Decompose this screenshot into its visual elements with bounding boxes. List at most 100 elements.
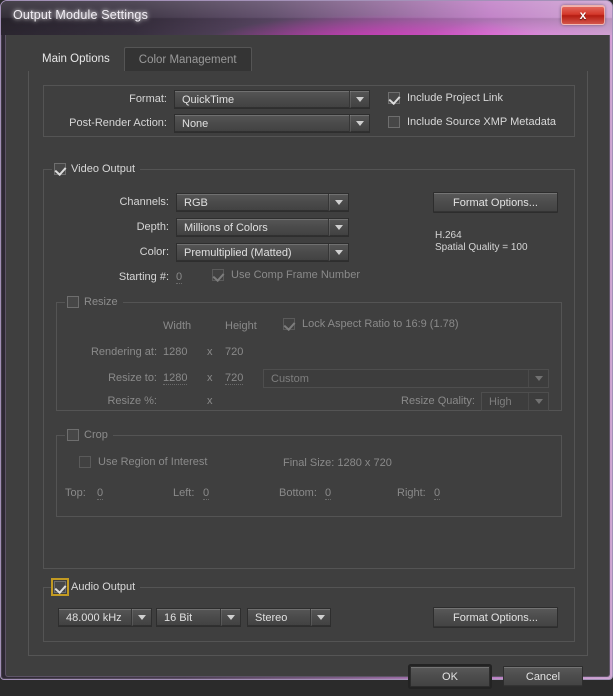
chevron-down-icon (329, 225, 348, 230)
window-title: Output Module Settings (13, 8, 149, 22)
video-output-group: Video Output Channels: RGB Depth: Millio… (43, 162, 575, 569)
use-region-of-interest-label: Use Region of Interest (98, 456, 208, 468)
include-project-link-label: Include Project Link (407, 92, 503, 104)
audio-bit-depth-value: 16 Bit (164, 611, 193, 624)
color-value: Premultiplied (Matted) (184, 246, 292, 259)
close-icon: x (579, 8, 587, 22)
resize-percent-label: Resize %: (107, 395, 157, 407)
chevron-down-icon (350, 121, 369, 126)
starting-number-value[interactable]: 0 (176, 271, 183, 284)
format-dropdown[interactable]: QuickTime (174, 90, 370, 109)
chevron-down-icon (132, 615, 151, 620)
resize-to-width[interactable]: 1280 (163, 372, 188, 385)
starting-number-label: Starting #: (118, 271, 169, 283)
use-comp-frame-number-label: Use Comp Frame Number (231, 269, 360, 281)
dialog-footer: OK Cancel (6, 656, 609, 696)
format-label: Format: (129, 93, 167, 105)
resize-quality-label: Resize Quality: (401, 395, 475, 407)
dialog-client-area: Main Options Color Management Format: Qu… (5, 35, 610, 687)
crop-left-value[interactable]: 0 (203, 487, 210, 500)
channels-label: Channels: (119, 196, 169, 208)
format-value: QuickTime (182, 93, 235, 106)
chevron-down-icon (329, 250, 348, 255)
resize-quality-dropdown[interactable]: High (481, 392, 549, 411)
rendering-at-height: 720 (225, 346, 244, 358)
resize-preset-dropdown[interactable]: Custom (263, 369, 549, 388)
crop-checkbox[interactable] (67, 429, 79, 441)
resize-checkbox[interactable] (67, 296, 79, 308)
audio-output-label: Audio Output (71, 581, 136, 593)
audio-channels-value: Stereo (255, 611, 288, 624)
video-output-label: Video Output (71, 163, 136, 175)
title-bar[interactable]: Output Module Settings x (1, 1, 612, 35)
crop-bottom-label: Bottom: (279, 487, 317, 499)
audio-output-group: Audio Output 48.000 kHz 16 Bit Stereo Fo… (43, 578, 575, 642)
color-label: Color: (139, 246, 169, 258)
audio-bit-depth-dropdown[interactable]: 16 Bit (156, 608, 241, 627)
audio-format-options-button[interactable]: Format Options... (433, 607, 558, 628)
crop-top-value[interactable]: 0 (97, 487, 104, 500)
crop-group: Crop Use Region of Interest Final Size: … (56, 428, 562, 517)
ok-button[interactable]: OK (410, 666, 490, 687)
include-project-link-checkbox[interactable]: Include Project Link (388, 92, 503, 104)
resize-legend[interactable]: Resize (65, 295, 123, 309)
color-dropdown[interactable]: Premultiplied (Matted) (176, 243, 349, 262)
audio-output-legend[interactable]: Audio Output (51, 578, 141, 596)
codec-name: H.264 (435, 230, 462, 241)
crop-legend[interactable]: Crop (65, 428, 113, 442)
include-xmp-metadata-checkbox[interactable]: Include Source XMP Metadata (388, 116, 556, 128)
tab-bar: Main Options Color Management (28, 47, 252, 71)
rendering-at-label: Rendering at: (90, 346, 157, 358)
include-xmp-metadata-label: Include Source XMP Metadata (407, 116, 556, 128)
video-output-legend[interactable]: Video Output (52, 162, 141, 176)
resize-to-label: Resize to: (108, 372, 157, 384)
video-format-options-button[interactable]: Format Options... (433, 192, 558, 213)
crop-top-label: Top: (65, 487, 86, 499)
channels-value: RGB (184, 196, 208, 209)
tab-color-management[interactable]: Color Management (123, 47, 252, 71)
cancel-button[interactable]: Cancel (503, 666, 583, 687)
chevron-down-icon (311, 615, 330, 620)
video-output-checkbox[interactable] (54, 163, 66, 175)
crop-left-label: Left: (173, 487, 195, 499)
rendering-at-times: x (207, 346, 213, 358)
format-group: Format: QuickTime Post-Render Action: No… (43, 85, 575, 137)
depth-label: Depth: (136, 221, 169, 233)
chevron-down-icon (329, 200, 348, 205)
rendering-at-width: 1280 (163, 346, 188, 358)
crop-bottom-value[interactable]: 0 (325, 487, 332, 500)
use-region-of-interest-checkbox[interactable]: Use Region of Interest (79, 456, 207, 468)
post-render-action-value: None (182, 117, 209, 130)
chevron-down-icon (221, 615, 240, 620)
lock-aspect-ratio-checkbox[interactable]: Lock Aspect Ratio to 16:9 (1.78) (283, 318, 459, 330)
checkbox-box[interactable] (283, 318, 295, 330)
crop-right-value[interactable]: 0 (434, 487, 441, 500)
checkbox-box[interactable] (79, 456, 91, 468)
audio-sample-rate-dropdown[interactable]: 48.000 kHz (58, 608, 152, 627)
resize-group: Resize Width Height Lock Aspect Ratio to… (56, 295, 562, 411)
use-comp-frame-number-checkbox[interactable]: Use Comp Frame Number (212, 269, 360, 281)
resize-to-height[interactable]: 720 (225, 372, 244, 385)
depth-value: Millions of Colors (184, 221, 268, 234)
close-button[interactable]: x (561, 5, 605, 25)
crop-right-label: Right: (397, 487, 426, 499)
resize-to-times: x (207, 372, 213, 384)
checkbox-box[interactable] (388, 116, 400, 128)
checkbox-box[interactable] (388, 92, 400, 104)
resize-preset-value: Custom (271, 372, 309, 385)
tab-main-options[interactable]: Main Options (28, 47, 124, 71)
lock-aspect-ratio-label: Lock Aspect Ratio to 16:9 (1.78) (302, 318, 459, 330)
depth-dropdown[interactable]: Millions of Colors (176, 218, 349, 237)
resize-height-header: Height (225, 320, 257, 332)
chevron-down-icon (529, 376, 548, 381)
post-render-action-dropdown[interactable]: None (174, 114, 370, 133)
dialog-window: Output Module Settings x Main Options Co… (0, 0, 613, 687)
audio-output-checkbox[interactable] (51, 578, 69, 596)
main-options-panel: Format: QuickTime Post-Render Action: No… (28, 71, 588, 656)
audio-channels-dropdown[interactable]: Stereo (247, 608, 331, 627)
post-render-action-label: Post-Render Action: (69, 117, 167, 129)
channels-dropdown[interactable]: RGB (176, 193, 349, 212)
checkbox-box[interactable] (212, 269, 224, 281)
codec-quality: Spatial Quality = 100 (435, 242, 528, 253)
audio-sample-rate-value: 48.000 kHz (66, 611, 122, 624)
